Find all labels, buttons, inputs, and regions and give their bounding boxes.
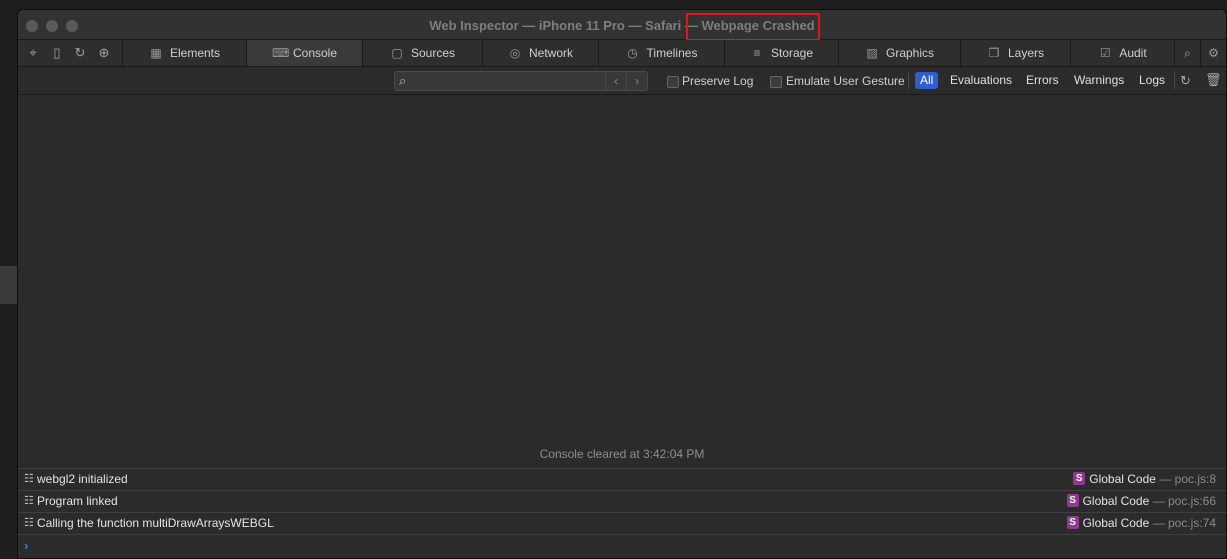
device-icon[interactable]: ▯	[49, 45, 65, 61]
tab-bar: ⌖ ▯ ↻ ⊕ ▦ Elements ⌨ Console ▢ Sources ◎ Net…	[18, 40, 1226, 67]
next-match-button[interactable]: ›	[626, 72, 647, 90]
divider	[908, 73, 909, 89]
preserve-log-label[interactable]: Preserve Log	[682, 74, 753, 88]
divider	[1174, 73, 1175, 89]
graphics-icon: ▨	[866, 46, 878, 60]
network-icon: ◎	[509, 46, 521, 60]
preserve-log-checkbox[interactable]	[667, 76, 679, 88]
tab-label: Network	[528, 46, 573, 60]
console-filter-bar: ⌕ ‹ › Preserve Log Emulate User Gesture …	[18, 67, 1226, 95]
sources-icon: ▢	[391, 46, 403, 60]
emulate-user-gesture-checkbox[interactable]	[770, 76, 782, 88]
elements-icon: ▦	[150, 46, 162, 60]
script-badge-icon: S	[1066, 494, 1079, 508]
tab-label: Graphics	[885, 46, 935, 60]
script-badge-icon: S	[1066, 516, 1079, 530]
log-source-location[interactable]: poc.js:8	[1175, 472, 1216, 486]
log-source[interactable]: S Global Code — poc.js:66	[1066, 491, 1216, 512]
settings-tab-button[interactable]: ⚙	[1200, 40, 1226, 66]
reload-icon[interactable]: ↻	[1180, 73, 1191, 89]
console-log-row[interactable]: ☷ Program linked S Global Code — poc.js:6…	[18, 490, 1226, 512]
tab-storage[interactable]: ≡ Storage	[724, 40, 838, 66]
tab-console[interactable]: ⌨ Console	[246, 40, 362, 66]
tab-label: Timelines	[646, 46, 698, 60]
log-source-name: Global Code	[1089, 472, 1156, 486]
level-errors-button[interactable]: Errors	[1021, 72, 1064, 89]
level-logs-button[interactable]: Logs	[1134, 72, 1170, 89]
tab-label: Storage	[770, 46, 814, 60]
console-prompt[interactable]: ›	[24, 538, 28, 553]
level-all-button[interactable]: All	[915, 72, 939, 89]
tab-label: Console	[292, 46, 338, 60]
log-source[interactable]: S Global Code — poc.js:74	[1066, 513, 1216, 534]
console-log-row[interactable]: ☷ Calling the function multiDrawArraysWE…	[18, 512, 1226, 535]
trash-icon[interactable]: 🗑	[1205, 72, 1222, 88]
tab-label: Audit	[1119, 46, 1147, 60]
window-title: Web Inspector — iPhone 11 Pro — Safari —…	[429, 18, 815, 33]
log-source[interactable]: S Global Code — poc.js:8	[1073, 469, 1216, 490]
log-source-separator: —	[1159, 472, 1172, 486]
tab-label: Layers	[1007, 46, 1045, 60]
tab-timelines[interactable]: ◷ Timelines	[598, 40, 724, 66]
timelines-icon: ◷	[627, 46, 638, 60]
log-source-name: Global Code	[1082, 516, 1150, 530]
log-icon: ☷	[24, 473, 34, 485]
tab-label: Elements	[169, 46, 221, 60]
level-warnings-button[interactable]: Warnings	[1069, 72, 1129, 89]
emulate-user-gesture-label[interactable]: Emulate User Gesture	[786, 74, 905, 88]
search-icon: ⌕	[399, 73, 407, 88]
title-bar: Web Inspector — iPhone 11 Pro — Safari —…	[18, 10, 1226, 41]
tab-graphics[interactable]: ▨ Graphics	[838, 40, 960, 66]
console-search-input[interactable]	[419, 73, 603, 91]
reload-icon[interactable]: ↻	[72, 45, 88, 61]
log-icon: ☷	[24, 517, 34, 529]
download-icon[interactable]: ⊕	[96, 45, 112, 61]
previous-match-button[interactable]: ‹	[605, 72, 626, 90]
log-message: Program linked	[37, 494, 118, 508]
tab-audit[interactable]: ☑ Audit	[1070, 40, 1174, 66]
log-message: webgl2 initialized	[37, 472, 128, 486]
console-icon: ⌨	[271, 46, 290, 60]
log-message: Calling the function multiDrawArraysWEBG…	[37, 516, 274, 530]
layers-icon: ❐	[988, 46, 1000, 60]
script-badge-icon: S	[1073, 472, 1086, 486]
tab-label: Sources	[410, 46, 456, 60]
tab-sources[interactable]: ▢ Sources	[362, 40, 482, 66]
web-inspector-window: Web Inspector — iPhone 11 Pro — Safari —…	[17, 9, 1227, 559]
console-cleared-message: Console cleared at 3:42:04 PM	[539, 447, 705, 461]
gear-icon: ⚙	[1208, 46, 1219, 60]
tab-layers[interactable]: ❐ Layers	[960, 40, 1070, 66]
level-evaluations-button[interactable]: Evaluations	[945, 72, 1017, 89]
search-icon: ⌕	[1184, 46, 1191, 60]
tab-elements[interactable]: ▦ Elements	[122, 40, 246, 66]
log-source-name: Global Code	[1082, 494, 1150, 508]
log-source-location[interactable]: poc.js:74	[1168, 516, 1216, 530]
log-icon: ☷	[24, 495, 34, 507]
log-source-separator: —	[1152, 516, 1165, 530]
log-source-location[interactable]: poc.js:66	[1168, 494, 1216, 508]
storage-icon: ≡	[753, 46, 761, 60]
crosshair-icon[interactable]: ⌖	[25, 45, 41, 61]
log-source-separator: —	[1152, 494, 1165, 508]
audit-icon: ☑	[1099, 46, 1111, 60]
console-log-row[interactable]: ☷ webgl2 initialized S Global Code — poc.…	[18, 468, 1226, 490]
search-tab-button[interactable]: ⌕	[1174, 40, 1200, 66]
tab-network[interactable]: ◎ Network	[482, 40, 598, 66]
console-search-field: ⌕ ‹ ›	[394, 71, 648, 91]
